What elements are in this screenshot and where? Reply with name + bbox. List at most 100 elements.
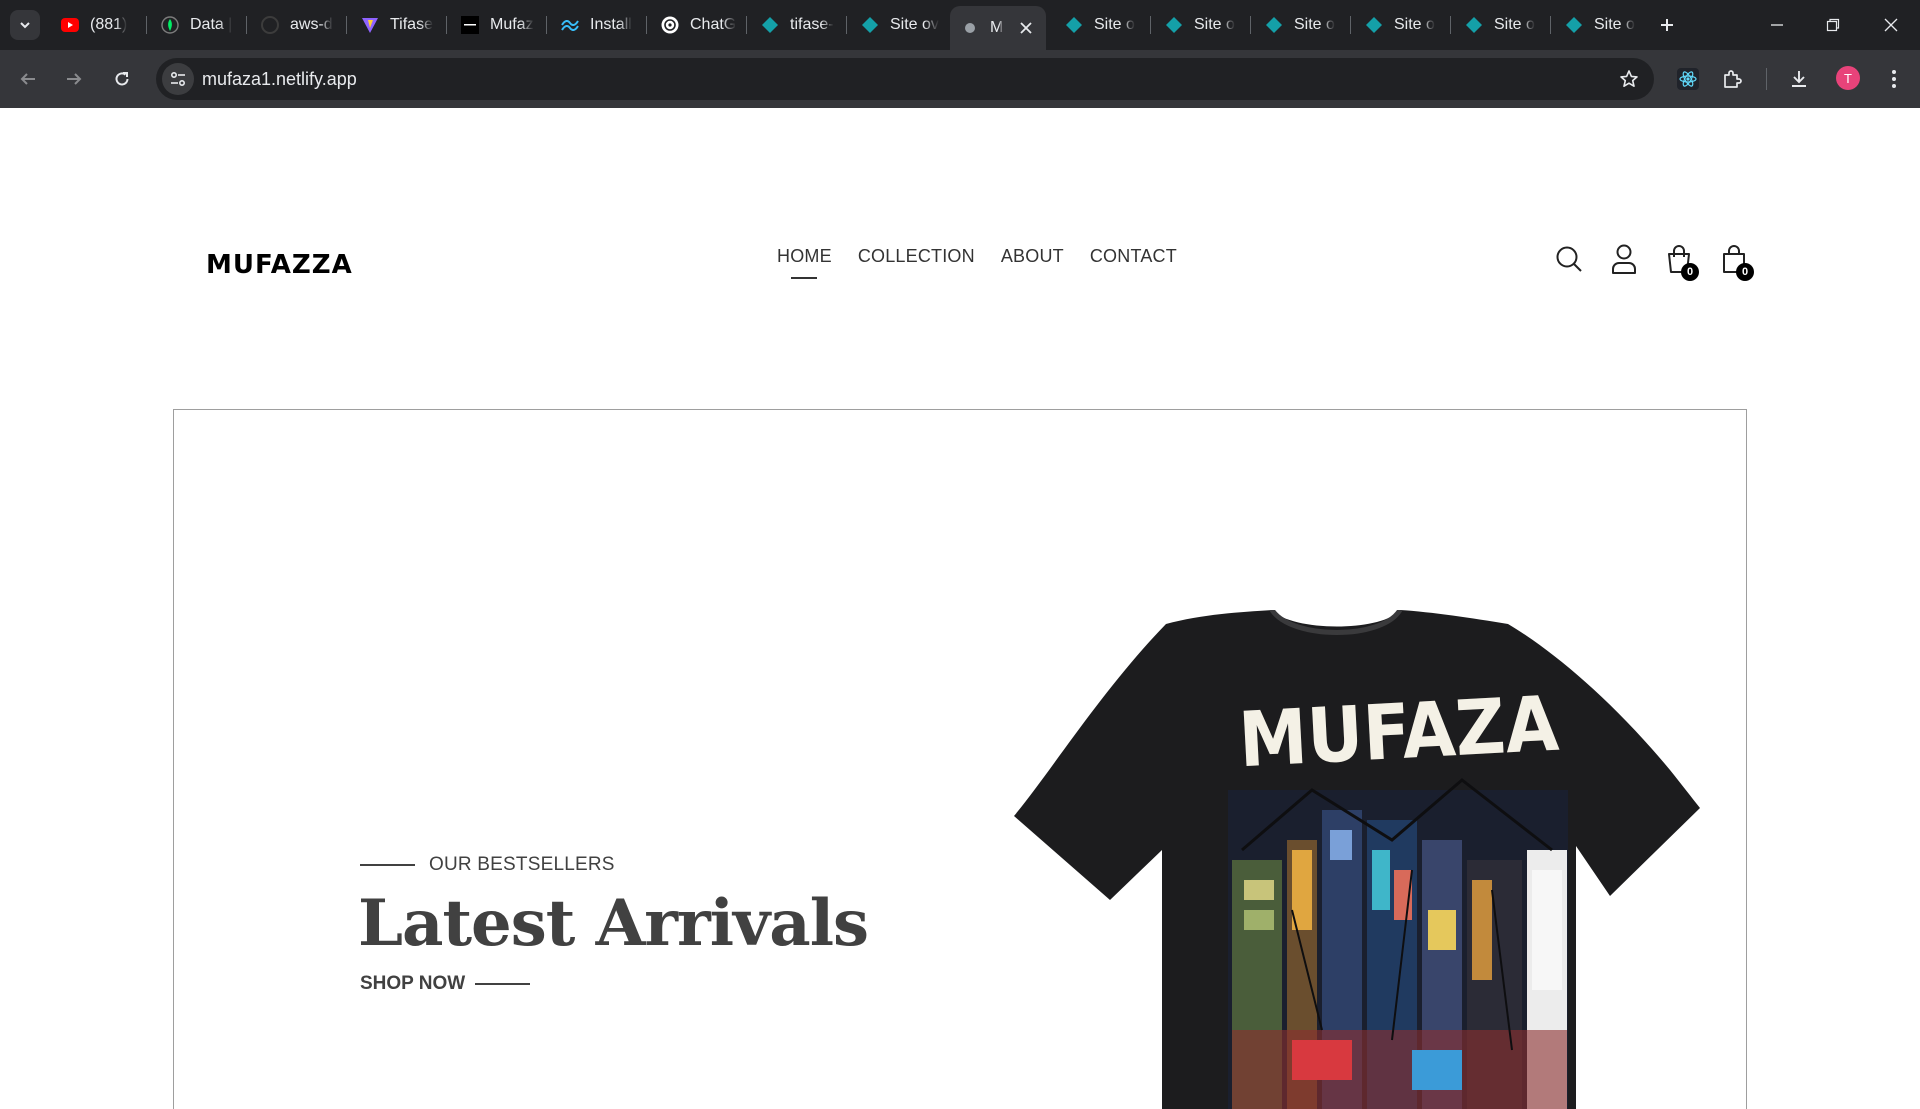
tab-title: Site o — [1394, 16, 1435, 33]
restore-button[interactable] — [1810, 0, 1856, 50]
close-window-button[interactable] — [1868, 0, 1914, 50]
browser-tab[interactable]: Site o — [1354, 8, 1446, 42]
minimize-button[interactable] — [1754, 0, 1800, 50]
browser-tab[interactable]: aws-d — [250, 8, 342, 42]
hero-banner: OUR BESTSELLERS Latest Arrivals SHOP NOW — [173, 409, 1747, 1109]
browser-tab-active[interactable]: M — [950, 6, 1046, 50]
browser-tab[interactable]: Site o — [1554, 8, 1646, 42]
netlify-icon — [1564, 15, 1584, 35]
tab-title: Site o — [1094, 16, 1135, 33]
address-bar[interactable]: mufaza1.netlify.app — [156, 58, 1654, 100]
netlify-icon — [760, 15, 780, 35]
browser-tab[interactable]: Install — [550, 8, 642, 42]
reload-button[interactable] — [104, 61, 140, 97]
tab-title: Site ov — [890, 16, 939, 33]
hero-title: Latest Arrivals — [358, 886, 869, 961]
browser-tab[interactable]: Site o — [1054, 8, 1146, 42]
tab-separator — [1550, 16, 1551, 34]
tab-title: ChatG — [690, 16, 737, 33]
loading-icon — [960, 18, 980, 38]
arrow-right-icon — [67, 73, 82, 85]
tab-separator — [346, 16, 347, 34]
browser-toolbar: mufaza1.netlify.app — [0, 50, 1920, 108]
shop-now-button[interactable]: SHOP NOW — [360, 973, 531, 995]
chrome-menu-button[interactable] — [1878, 63, 1910, 95]
new-tab-button[interactable] — [1652, 10, 1682, 40]
forward-button[interactable] — [56, 61, 92, 97]
tailwind-icon — [560, 15, 580, 35]
browser-tab[interactable]: Site o — [1254, 8, 1346, 42]
page-viewport: MUFAZZA HOME COLLECTION ABOUT CONTACT 0 … — [0, 108, 1920, 1109]
extensions-button[interactable] — [1716, 63, 1748, 95]
close-icon — [1884, 18, 1898, 32]
close-tab-icon[interactable] — [1018, 20, 1034, 36]
site-info-button[interactable] — [162, 63, 194, 95]
browser-tab[interactable]: Site ov — [850, 8, 942, 42]
eyebrow-text: OUR BESTSELLERS — [429, 854, 615, 875]
netlify-icon — [1464, 15, 1484, 35]
netlify-icon — [860, 15, 880, 35]
tab-separator — [446, 16, 447, 34]
tab-separator — [246, 16, 247, 34]
wishlist-cart-button[interactable]: 0 — [1662, 242, 1699, 281]
eyebrow-line — [360, 864, 415, 866]
back-button[interactable] — [10, 61, 46, 97]
react-icon — [1677, 68, 1699, 90]
browser-tab[interactable]: Data | — [150, 8, 242, 42]
search-button[interactable] — [1552, 242, 1586, 276]
netlify-icon — [1264, 15, 1284, 35]
user-icon — [1612, 244, 1636, 274]
tab-separator — [1250, 16, 1251, 34]
tune-icon — [170, 71, 186, 87]
browser-tab[interactable]: ChatG — [650, 8, 742, 42]
toolbar-divider — [1766, 68, 1767, 90]
nav-home[interactable]: HOME — [777, 246, 832, 279]
plus-icon — [1661, 19, 1673, 31]
tab-separator — [546, 16, 547, 34]
tab-separator — [146, 16, 147, 34]
tab-separator — [1450, 16, 1451, 34]
tab-title: Site o — [1294, 16, 1335, 33]
profile-avatar[interactable]: T — [1836, 66, 1860, 90]
tab-separator — [846, 16, 847, 34]
browser-tab[interactable]: (881) — [50, 8, 142, 42]
tab-title: Tifase — [390, 16, 433, 33]
tab-title: Install — [590, 16, 632, 33]
nav-collection[interactable]: COLLECTION — [858, 246, 975, 267]
tab-title: Site o — [1494, 16, 1535, 33]
browser-tab[interactable]: Tifase — [350, 8, 442, 42]
tab-title: M — [990, 19, 1004, 36]
minimize-icon — [1771, 24, 1783, 26]
tab-title: Site o — [1594, 16, 1635, 33]
nav-about[interactable]: ABOUT — [1001, 246, 1064, 267]
downloads-button[interactable] — [1783, 63, 1815, 95]
hero-product-image[interactable]: MUFAZA — [992, 610, 1732, 1109]
tab-separator — [1150, 16, 1151, 34]
tab-separator — [1350, 16, 1351, 34]
tshirt-print-text: MUFAZA — [1237, 679, 1561, 785]
tab-title: Site o — [1194, 16, 1235, 33]
react-devtools-extension[interactable] — [1672, 63, 1704, 95]
shop-now-label: SHOP NOW — [360, 973, 466, 994]
cart-button[interactable]: 0 — [1717, 242, 1754, 281]
reload-icon — [115, 72, 129, 86]
bookmark-button[interactable] — [1614, 64, 1644, 94]
nav-contact[interactable]: CONTACT — [1090, 246, 1177, 267]
account-button[interactable] — [1607, 242, 1641, 276]
github-icon — [260, 15, 280, 35]
url-text[interactable]: mufaza1.netlify.app — [202, 69, 357, 90]
youtube-icon — [60, 15, 80, 35]
chevron-down-icon — [20, 22, 30, 29]
main-nav: HOME COLLECTION ABOUT CONTACT — [777, 246, 1177, 279]
tab-search-button[interactable] — [10, 10, 40, 40]
browser-tab[interactable]: Site o — [1454, 8, 1546, 42]
more-vert-icon — [1892, 70, 1896, 88]
tab-title: (881) — [90, 16, 128, 33]
browser-tab[interactable]: tifase- — [750, 8, 842, 42]
chatgpt-icon — [660, 15, 680, 35]
mongodb-leaf-icon — [160, 15, 180, 35]
browser-tab[interactable]: Mufaz — [450, 8, 542, 42]
netlify-icon — [1064, 15, 1084, 35]
browser-tab[interactable]: Site o — [1154, 8, 1246, 42]
site-logo[interactable]: MUFAZZA — [206, 250, 353, 280]
